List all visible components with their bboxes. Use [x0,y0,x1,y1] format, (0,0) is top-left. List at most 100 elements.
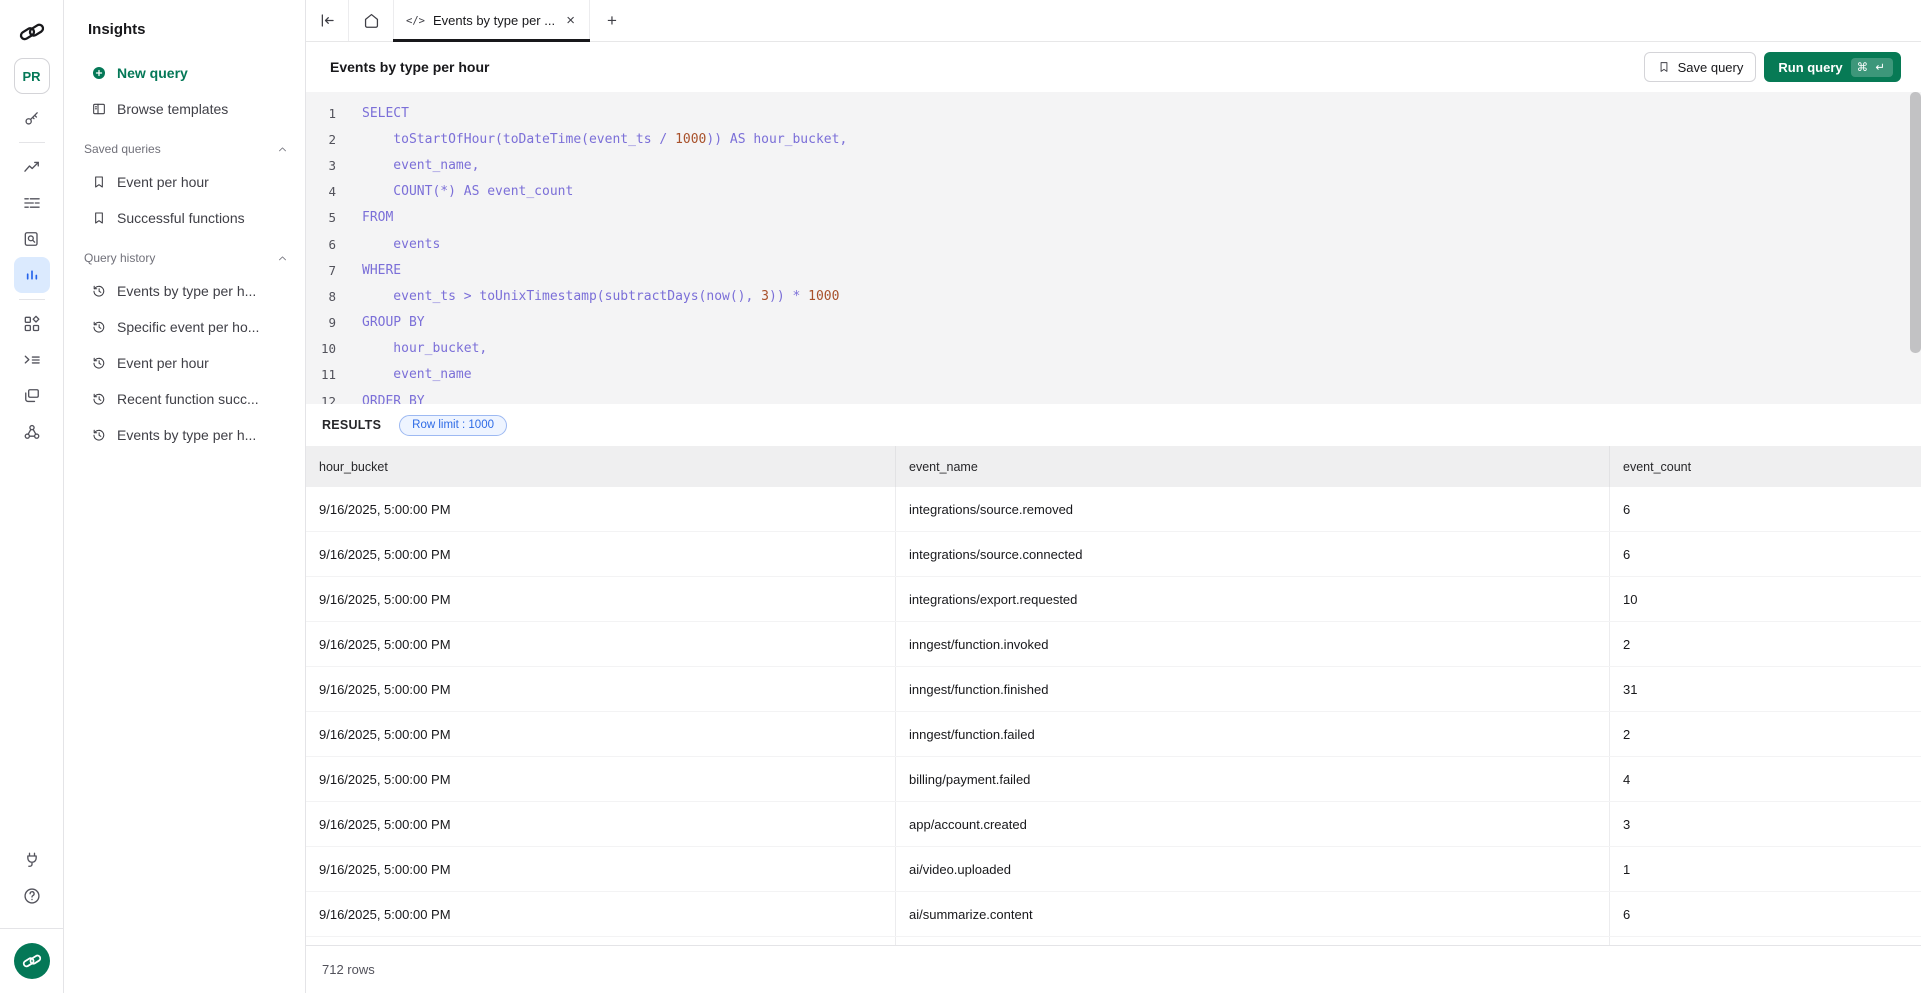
sidebar-item-label: Events by type per h... [117,427,256,443]
close-tab-icon[interactable]: × [564,12,577,29]
insights-bars-icon[interactable] [14,257,50,293]
environments-icon[interactable] [14,378,50,414]
help-icon[interactable] [14,878,50,914]
table-row[interactable]: 9/16/2025, 5:00:00 PMinngest/function.fa… [306,712,1921,757]
table-row[interactable]: 9/16/2025, 5:00:00 PMbilling/payment.fai… [306,757,1921,802]
column-header: hour_bucket [306,446,896,487]
table-cell: app/account.created [896,802,1610,846]
filters-icon[interactable] [14,185,50,221]
table-cell: 9/16/2025, 5:00:00 PM [306,577,896,621]
table-cell: 9/16/2025, 5:00:00 PM [306,757,896,801]
table-cell: 9/16/2025, 5:00:00 PM [306,622,896,666]
table-row[interactable]: 9/16/2025, 5:00:00 PMai/summarize.conten… [306,892,1921,937]
apps-grid-icon[interactable] [14,306,50,342]
table-row-partial [306,937,1921,945]
code-line: 5FROM [306,205,1921,231]
section-header[interactable]: Saved queries [64,139,305,159]
table-row[interactable]: 9/16/2025, 5:00:00 PMinngest/function.in… [306,622,1921,667]
table-row[interactable]: 9/16/2025, 5:00:00 PMintegrations/source… [306,487,1921,532]
row-limit-pill[interactable]: Row limit : 1000 [399,415,507,436]
app-root: PR [0,0,1921,993]
key-icon[interactable] [14,100,50,136]
sidebar-item[interactable]: Event per hour [64,345,305,381]
table-cell: integrations/source.connected [896,532,1610,576]
run-query-button[interactable]: Run query ⌘ ↵ [1764,52,1901,82]
browse-templates-button[interactable]: Browse templates [64,91,305,127]
table-cell: 10 [1610,577,1921,621]
line-number: 2 [306,132,336,147]
code-line: 9GROUP BY [306,310,1921,336]
sidebar-item[interactable]: Specific event per ho... [64,309,305,345]
table-cell: 4 [1610,757,1921,801]
chevron-up-icon [276,252,289,265]
column-header: event_name [896,446,1610,487]
metrics-icon[interactable] [14,149,50,185]
line-number: 4 [306,184,336,199]
table-cell: 9/16/2025, 5:00:00 PM [306,712,896,756]
page-title: Events by type per hour [330,59,489,75]
save-query-button[interactable]: Save query [1644,52,1757,82]
line-number: 7 [306,263,336,278]
new-tab-button[interactable]: + [590,0,634,41]
sidebar-item-label: Successful functions [117,210,245,226]
line-number: 11 [306,367,336,382]
new-query-button[interactable]: New query [64,55,305,91]
table-cell: 6 [1610,892,1921,936]
line-number: 8 [306,289,336,304]
sidebar-item[interactable]: Recent function succ... [64,381,305,417]
table-cell: 9/16/2025, 5:00:00 PM [306,532,896,576]
divider [19,299,45,300]
event-search-icon[interactable] [14,221,50,257]
code-line: 11 event_name [306,362,1921,388]
code-line: 10 hour_bucket, [306,336,1921,362]
table-row[interactable]: 9/16/2025, 5:00:00 PMintegrations/source… [306,532,1921,577]
table-row[interactable]: 9/16/2025, 5:00:00 PMapp/account.created… [306,802,1921,847]
sidebar-item[interactable]: Events by type per h... [64,417,305,453]
sidebar-item-label: Event per hour [117,355,209,371]
plug-icon[interactable] [14,842,50,878]
code-lines: 1SELECT2 toStartOfHour(toDateTime(event_… [306,100,1921,404]
line-number: 9 [306,315,336,330]
home-tab-button[interactable] [349,0,393,41]
results-label: RESULTS [322,418,381,432]
table-cell: 9/16/2025, 5:00:00 PM [306,802,896,846]
line-number: 12 [306,394,336,404]
bookmark-icon [1657,60,1671,74]
sidebar-item[interactable]: Events by type per h... [64,273,305,309]
browse-templates-label: Browse templates [117,101,228,117]
query-header: Events by type per hour Save query Run q… [306,42,1921,92]
table-row[interactable]: 9/16/2025, 5:00:00 PMintegrations/export… [306,577,1921,622]
code-line: 12ORDER BY [306,388,1921,404]
line-number: 3 [306,158,336,173]
table-cell: ai/summarize.content [896,892,1610,936]
table-body: 9/16/2025, 5:00:00 PMintegrations/source… [306,487,1921,945]
table-row[interactable]: 9/16/2025, 5:00:00 PMai/video.uploaded1 [306,847,1921,892]
sql-editor[interactable]: 1SELECT2 toStartOfHour(toDateTime(event_… [306,92,1921,404]
history-icon [91,391,107,407]
org-avatar[interactable] [14,943,50,979]
table-cell [896,937,1610,945]
code-line: 8 event_ts > toUnixTimestamp(subtractDay… [306,283,1921,309]
terminal-icon[interactable] [14,342,50,378]
table-cell: ai/video.uploaded [896,847,1610,891]
avatar-initials: PR [22,69,40,84]
table-header-row: hour_bucketevent_nameevent_count [306,446,1921,487]
table-footer: 712 rows [306,945,1921,993]
editor-scrollbar[interactable] [1910,92,1921,353]
sidebar-item[interactable]: Event per hour [64,164,305,200]
sidebar-item-label: Events by type per h... [117,283,256,299]
table-cell: 31 [1610,667,1921,711]
workspace-avatar[interactable]: PR [14,58,50,94]
history-icon [91,355,107,371]
webhook-icon[interactable] [14,414,50,450]
table-row[interactable]: 9/16/2025, 5:00:00 PMinngest/function.fi… [306,667,1921,712]
tab-bar: </> Events by type per ... × + [306,0,1921,42]
table-cell [306,937,896,945]
rail-footer [0,928,64,993]
new-query-label: New query [117,65,188,81]
collapse-sidebar-button[interactable] [306,0,349,41]
nav-rail: PR [0,0,64,993]
section-header[interactable]: Query history [64,248,305,268]
sidebar-item[interactable]: Successful functions [64,200,305,236]
tab-events-by-type[interactable]: </> Events by type per ... × [393,0,590,41]
